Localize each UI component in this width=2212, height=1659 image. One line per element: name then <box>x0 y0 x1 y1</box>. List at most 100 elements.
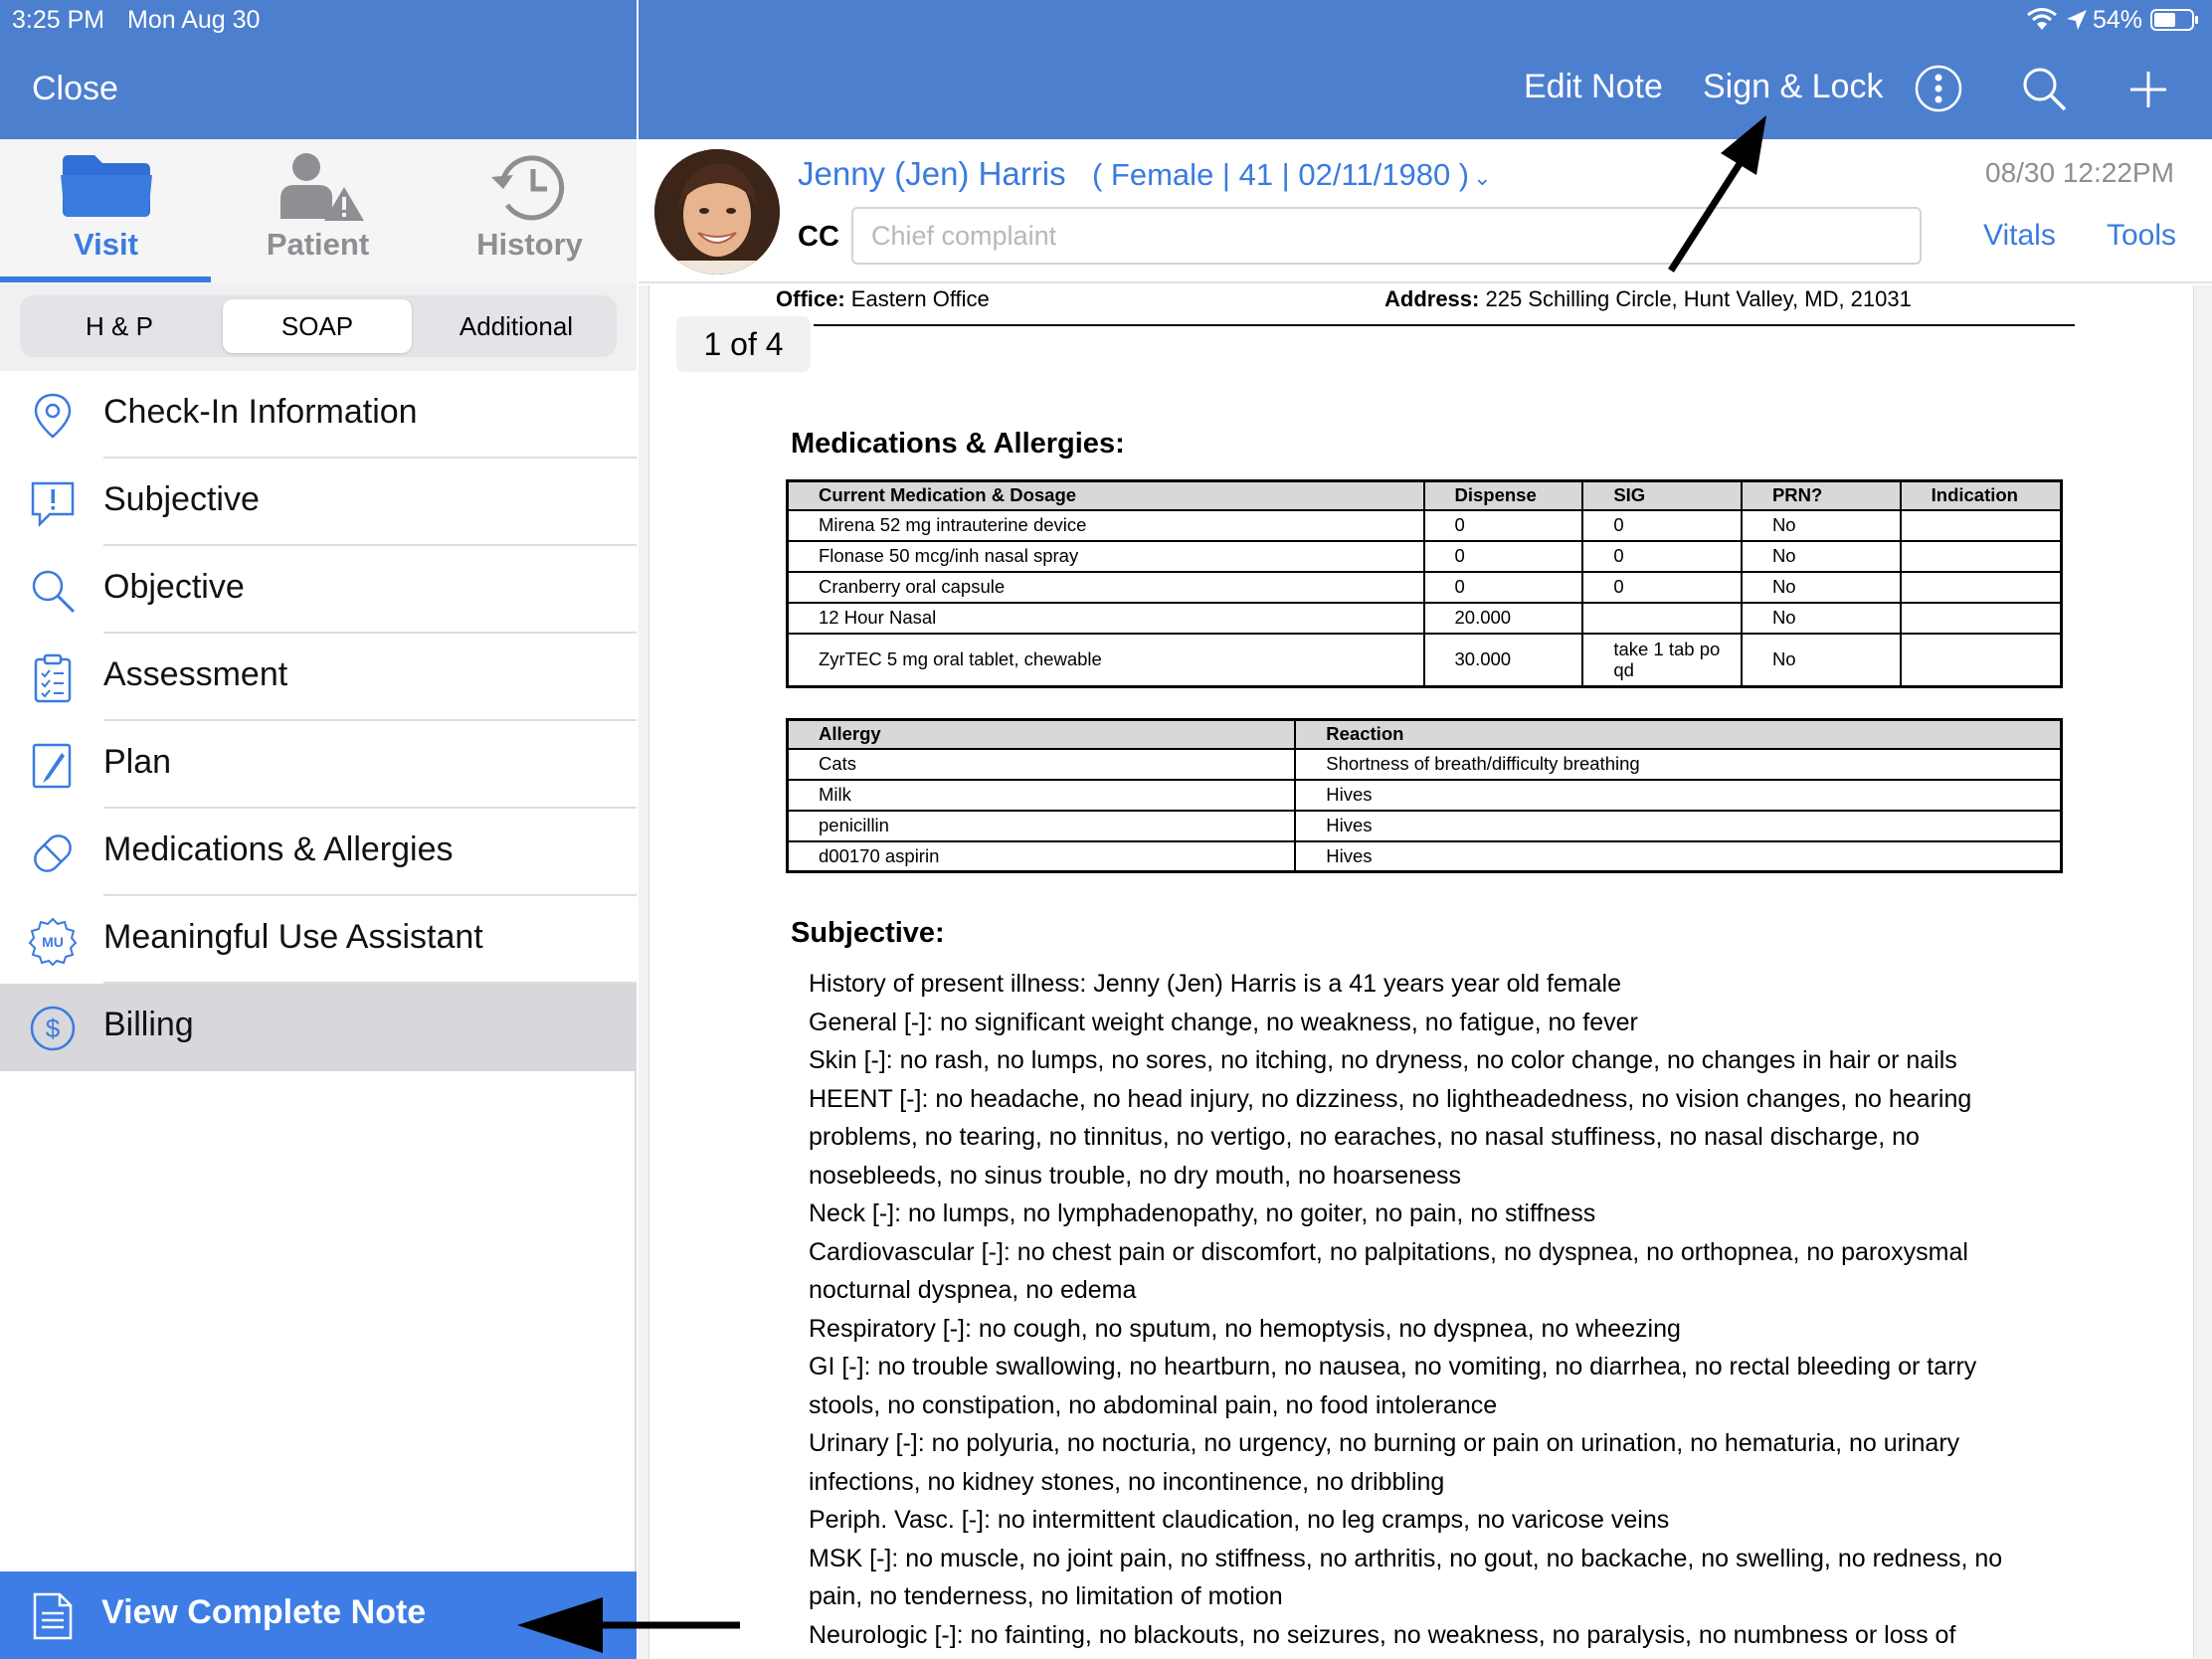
table-cell: 30.000 <box>1422 632 1584 688</box>
table-row: 12 Hour Nasal 20.000 No <box>786 601 2063 635</box>
office-line: Office: Eastern Office <box>776 286 990 312</box>
edit-note-button[interactable]: Edit Note <box>1524 68 1663 106</box>
segment-bar: H & P SOAP Additional <box>0 283 637 371</box>
pen-icon <box>32 743 72 789</box>
table-cell: Flonase 50 mcg/inh nasal spray <box>786 539 1425 573</box>
text-line: Skin [-]: no rash, no lumps, no sores, n… <box>809 1046 1957 1074</box>
text-line: Urinary [-]: no polyuria, no nocturia, n… <box>809 1429 1960 1457</box>
table-cell: take 1 tab po qd <box>1581 632 1743 688</box>
text-line: Cardiovascular [-]: no chest pain or dis… <box>809 1237 1968 1266</box>
text-line: MSK [-]: no muscle, no joint pain, no st… <box>809 1544 2003 1572</box>
text-line: HEENT [-]: no headache, no head injury, … <box>809 1084 1972 1113</box>
wifi-icon <box>2027 8 2057 30</box>
table-row: Flonase 50 mcg/inh nasal spray 0 0 No <box>786 539 2063 573</box>
allergies-table: Allergy Reaction Cats Shortness of breat… <box>786 718 2063 873</box>
address-label: Address: <box>1384 286 1480 311</box>
table-cell: No <box>1740 508 1902 542</box>
patient-warning-icon <box>279 153 364 221</box>
table-cell: Cats <box>786 747 1297 781</box>
nav-item-billing[interactable]: $ Billing <box>0 984 637 1071</box>
table-cell: ZyrTEC 5 mg oral tablet, chewable <box>786 632 1425 688</box>
add-icon[interactable] <box>2128 70 2168 109</box>
annotation-arrow-left-icon <box>517 1597 740 1653</box>
nav-item-assessment[interactable]: Assessment <box>0 634 637 721</box>
dollar-circle-icon: $ <box>30 1006 76 1051</box>
segment-h-and-p[interactable]: H & P <box>24 299 215 353</box>
table-cell: 0 <box>1581 539 1743 573</box>
magnifier-icon <box>32 570 76 614</box>
view-complete-note-label: View Complete Note <box>101 1593 427 1631</box>
document-icon <box>33 1592 73 1640</box>
battery-percent: 54% <box>2093 6 2143 34</box>
table-row: d00170 aspirin Hives <box>786 839 2063 873</box>
vitals-button[interactable]: Vitals <box>1983 219 2056 253</box>
table-row: ZyrTEC 5 mg oral tablet, chewable 30.000… <box>786 632 2063 688</box>
more-options-icon[interactable] <box>1914 64 1963 113</box>
nav-item-meaningful-use-assistant[interactable]: MU Meaningful Use Assistant <box>0 896 637 984</box>
nav-item-subjective[interactable]: Subjective <box>0 459 637 546</box>
table-cell <box>1581 601 1743 635</box>
table-cell: 20.000 <box>1422 601 1584 635</box>
speech-bubble-exclamation-icon <box>31 481 75 528</box>
table-header-row: Allergy Reaction <box>786 718 2063 750</box>
office-value: Eastern Office <box>844 286 990 311</box>
table-cell: 0 <box>1422 539 1584 573</box>
nav-item-label: Subjective <box>103 480 260 518</box>
table-cell: 12 Hour Nasal <box>786 601 1425 635</box>
segmented-control: H & P SOAP Additional <box>20 295 617 357</box>
left-sidebar: 3:25 PM Mon Aug 30 Close Visit Patient H… <box>0 0 637 1659</box>
segment-soap[interactable]: SOAP <box>223 299 412 353</box>
table-cell: 0 <box>1422 508 1584 542</box>
text-line: pain, no tenderness, no limitation of mo… <box>809 1582 1283 1610</box>
text-line: Respiratory [-]: no cough, no sputum, no… <box>809 1314 1681 1343</box>
location-arrow-icon <box>2067 10 2087 30</box>
tab-visit-label: Visit <box>74 227 138 262</box>
column-header: Dispense <box>1422 479 1584 511</box>
sign-lock-button[interactable]: Sign & Lock <box>1703 68 1883 106</box>
table-cell: Milk <box>786 778 1297 812</box>
table-row: Cats Shortness of breath/difficulty brea… <box>786 747 2063 781</box>
table-cell: Hives <box>1294 839 2063 873</box>
nav-item-label: Billing <box>103 1006 194 1043</box>
tools-button[interactable]: Tools <box>2107 219 2176 253</box>
close-button[interactable]: Close <box>32 70 118 108</box>
text-line: problems, no tearing, no tinnitus, no ve… <box>809 1123 1920 1151</box>
nav-item-label: Assessment <box>103 655 288 693</box>
text-line: stools, no constipation, no abdominal pa… <box>809 1390 1498 1419</box>
table-cell: Cranberry oral capsule <box>786 570 1425 604</box>
table-cell <box>1899 508 2063 542</box>
table-row: penicillin Hives <box>786 809 2063 842</box>
right-header: 54% Edit Note Sign & Lock <box>639 0 2212 139</box>
search-icon[interactable] <box>2021 66 2067 111</box>
text-line: Neurologic [-]: no fainting, no blackout… <box>809 1620 1956 1649</box>
text-line: Neck [-]: no lumps, no lymphadenopathy, … <box>809 1199 1596 1227</box>
nav-item-check-in-information[interactable]: Check-In Information <box>0 371 637 459</box>
subjective-heading: Subjective: <box>791 917 945 949</box>
table-cell: No <box>1740 601 1902 635</box>
folder-icon <box>60 155 152 217</box>
battery-icon <box>2150 9 2198 31</box>
nav-item-label: Plan <box>103 743 172 781</box>
table-cell: No <box>1740 539 1902 573</box>
tab-history[interactable]: History <box>424 139 636 283</box>
patient-demographics[interactable]: ( Female | 41 | 02/11/1980 ) ⌄ <box>1092 157 1492 193</box>
table-cell: 0 <box>1581 570 1743 604</box>
nav-item-objective[interactable]: Objective <box>0 546 637 634</box>
cc-label: CC <box>798 221 839 253</box>
segment-additional[interactable]: Additional <box>420 299 613 353</box>
text-line: Periph. Vasc. [-]: no intermittent claud… <box>809 1506 1670 1534</box>
nav-item-medications-allergies[interactable]: Medications & Allergies <box>0 809 637 896</box>
text-line: nosebleeds, no sinus trouble, no dry mou… <box>809 1161 1461 1190</box>
tab-visit[interactable]: Visit <box>0 139 212 283</box>
avatar[interactable] <box>654 149 780 275</box>
patient-name[interactable]: Jenny (Jen) Harris <box>798 155 1066 193</box>
office-label: Office: <box>776 286 845 311</box>
address-value: 225 Schilling Circle, Hunt Valley, MD, 2… <box>1479 286 1912 311</box>
tab-patient[interactable]: Patient <box>212 139 424 283</box>
table-cell: Shortness of breath/difficulty breathing <box>1294 747 2063 781</box>
nav-item-plan[interactable]: Plan <box>0 721 637 809</box>
table-row: Cranberry oral capsule 0 0 No <box>786 570 2063 604</box>
clipboard-checklist-icon <box>34 653 72 703</box>
svg-text:MU: MU <box>42 934 64 950</box>
table-row: Milk Hives <box>786 778 2063 812</box>
